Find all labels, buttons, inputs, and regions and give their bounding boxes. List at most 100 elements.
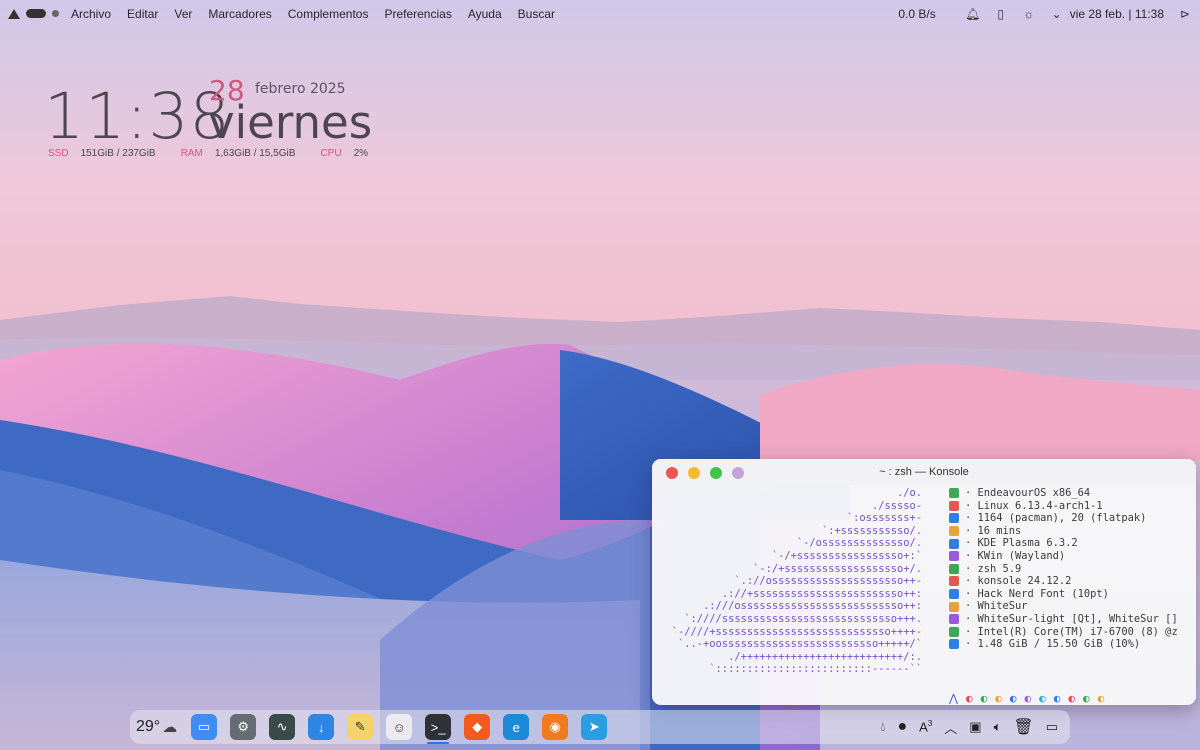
- ascii-line: `:////ssssssssssssssssssssssssssso+++.: [684, 612, 922, 625]
- palette-dot-icon: ◐: [980, 692, 988, 705]
- menu-archivo[interactable]: Archivo: [71, 7, 111, 21]
- clock-month-year: febrero 2025: [255, 81, 346, 97]
- info-text: · konsole 24.12.2: [965, 575, 1072, 588]
- top-menubar: Archivo Editar Ver Marcadores Complement…: [0, 0, 1200, 27]
- info-text: · WhiteSur: [965, 600, 1028, 613]
- dock-app-telegram[interactable]: ➤: [581, 714, 608, 740]
- menu-editar[interactable]: Editar: [127, 7, 158, 21]
- info-row: · konsole 24.12.2: [949, 575, 1178, 588]
- info-row: · KWin (Wayland): [949, 550, 1178, 563]
- system-monitor-icon: ∿: [276, 719, 288, 734]
- dock-app-downloader[interactable]: ↓: [308, 714, 335, 740]
- info-row: · 16 mins: [949, 525, 1178, 538]
- info-row: · Hack Nerd Font (10pt): [949, 588, 1178, 601]
- clipboard-icon[interactable]: ▯: [994, 7, 1008, 21]
- konsole-titlebar[interactable]: ~ : zsh — Konsole: [652, 459, 1196, 485]
- color-palette: ⋀ ◐ ◐ ◐ ◐ ◐ ◐ ◐ ◐ ◐ ◐: [949, 692, 1105, 705]
- clock-weekday: viernes: [208, 96, 373, 149]
- net-speed: 0.0 B/s: [898, 6, 936, 21]
- dock-app-edge[interactable]: e: [503, 714, 530, 740]
- info-row: · zsh 5.9: [949, 563, 1178, 576]
- ascii-line: `..-+oosssssssssssssssssssssssso+++++/`: [678, 638, 922, 651]
- ascii-line: ./++++++++++++++++++++++++++/:.: [728, 650, 922, 663]
- info-text: · Linux 6.13.4-arch1-1: [965, 499, 1103, 512]
- info-text: · KDE Plasma 6.3.2: [965, 537, 1078, 550]
- power-circle-icon[interactable]: ⊳: [1178, 7, 1192, 21]
- brush-icon: [949, 614, 959, 625]
- dock-app-settings[interactable]: ⚙: [230, 714, 257, 740]
- volume-icon[interactable]: 🔈︎: [994, 719, 1002, 735]
- palette-dot-icon: ◐: [1083, 692, 1090, 705]
- stat-value-ssd: 151GiB / 237GiB: [80, 148, 156, 159]
- show-desktop-icon[interactable]: ▭: [1046, 719, 1058, 735]
- palette-dot-icon: ◐: [1053, 692, 1061, 705]
- info-text: · Intel(R) Core(TM) i7-6700 (8) @z: [965, 625, 1178, 638]
- menu-ayuda[interactable]: Ayuda: [468, 7, 502, 21]
- info-text: · 16 mins: [965, 524, 1022, 537]
- menu-ver[interactable]: Ver: [174, 7, 192, 21]
- notifications-bell-icon[interactable]: 🔔︎: [965, 7, 980, 21]
- ascii-line: `:osssssss+-: [846, 512, 922, 525]
- info-row: · Linux 6.13.4-arch1-1: [949, 500, 1178, 513]
- info-row: · EndeavourOS x86_64: [949, 487, 1178, 500]
- dock-app-firefox[interactable]: ◉: [542, 714, 569, 740]
- desktop-icon: [949, 538, 959, 549]
- droplet-icon[interactable]: 💧︎: [880, 719, 885, 735]
- dock-app-brave[interactable]: ◆: [464, 714, 491, 740]
- palette-dot-icon: ◐: [1068, 692, 1076, 705]
- palette-dot-icon: ◐: [966, 692, 973, 705]
- chat-icon[interactable]: ▣: [969, 719, 981, 735]
- info-text: · Hack Nerd Font (10pt): [965, 587, 1109, 600]
- info-text: · zsh 5.9: [965, 562, 1022, 575]
- ascii-line: `-:/+sssssssssssssssssso+/.: [753, 562, 922, 575]
- weather-widget[interactable]: 29° ☁: [136, 718, 177, 736]
- ascii-line: `.://osssssssssssssssssssso++-: [734, 575, 922, 588]
- dock-panel: 29° ☁ ▭ ⚙ ∿ ↓ ✎ ☺ >_ ◆ e ◉ ➤ 💧︎ ● A3 ︿ ▣ 🔈︎ 🗑︎ ▭: [130, 710, 1070, 744]
- stat-label-ram: RAM: [180, 148, 203, 159]
- activities-menu[interactable]: [8, 8, 59, 19]
- info-row: · KDE Plasma 6.3.2: [949, 537, 1178, 550]
- record-circle-icon[interactable]: ●: [897, 718, 907, 736]
- ascii-line: .:///ossssssssssssssssssssssssso++:: [703, 600, 922, 613]
- endeavour-logo-icon: [8, 8, 20, 19]
- dock-app-files[interactable]: ▭: [191, 714, 218, 740]
- menu-complementos[interactable]: Complementos: [288, 7, 369, 21]
- dock-app-finder[interactable]: ☺: [386, 714, 413, 740]
- package-icon: [949, 513, 959, 524]
- terminal-area[interactable]: ./o. ./sssso- `:osssssss+- `:+sssssssssso/.…: [652, 487, 1196, 705]
- chevron-up-icon[interactable]: ︿: [944, 718, 957, 737]
- palette-dot-icon: ◐: [1097, 692, 1105, 705]
- konsole-icon: >_: [430, 719, 446, 735]
- brightness-icon[interactable]: ☼: [1022, 7, 1036, 21]
- fastfetch-info: · EndeavourOS x86_64 · Linux 6.13.4-arch1…: [949, 487, 1178, 651]
- minimize-button[interactable]: [688, 467, 700, 479]
- linux-icon: [949, 500, 959, 511]
- terminal-icon: [949, 576, 959, 587]
- stat-value-ram: 1,63GiB / 15,5GiB: [214, 148, 296, 159]
- font-a-icon[interactable]: A3: [919, 719, 932, 734]
- trash-icon[interactable]: 🗑︎: [1013, 717, 1033, 737]
- dock-app-notes[interactable]: ✎: [347, 714, 374, 740]
- ascii-line: `-/ossssssssssssso/.: [796, 537, 922, 550]
- dock-app-system-monitor[interactable]: ∿: [269, 714, 296, 740]
- info-row: · WhiteSur: [949, 600, 1178, 613]
- ascii-line: `:+sssssssssso/.: [821, 524, 922, 537]
- chevron-down-icon[interactable]: ⌄: [1050, 7, 1064, 21]
- maximize-button[interactable]: [710, 467, 722, 479]
- ascii-line: `-////+ssssssssssssssssssssssssssso++++-: [671, 625, 922, 638]
- tray-superscript: 3: [927, 719, 933, 729]
- finder-icon: ☺: [392, 719, 406, 735]
- endeavour-icon: [949, 488, 959, 499]
- menu-preferencias[interactable]: Preferencias: [384, 7, 451, 21]
- konsole-window[interactable]: ~ : zsh — Konsole ./o. ./sssso- `:osssssss…: [652, 459, 1196, 705]
- system-stats: SSD 151GiB / 237GiB RAM 1,63GiB / 15,5Gi…: [48, 148, 393, 159]
- datetime[interactable]: vie 28 feb. | 11:38: [1070, 7, 1164, 21]
- cpu-icon: [949, 626, 959, 637]
- palette-dot-icon: ◐: [1009, 692, 1017, 705]
- dock-app-konsole[interactable]: >_: [425, 714, 452, 744]
- info-text: · KWin (Wayland): [965, 549, 1066, 562]
- close-button[interactable]: [666, 467, 678, 479]
- keep-above-button[interactable]: [732, 467, 744, 479]
- menu-marcadores[interactable]: Marcadores: [208, 7, 271, 21]
- menu-buscar[interactable]: Buscar: [518, 7, 555, 21]
